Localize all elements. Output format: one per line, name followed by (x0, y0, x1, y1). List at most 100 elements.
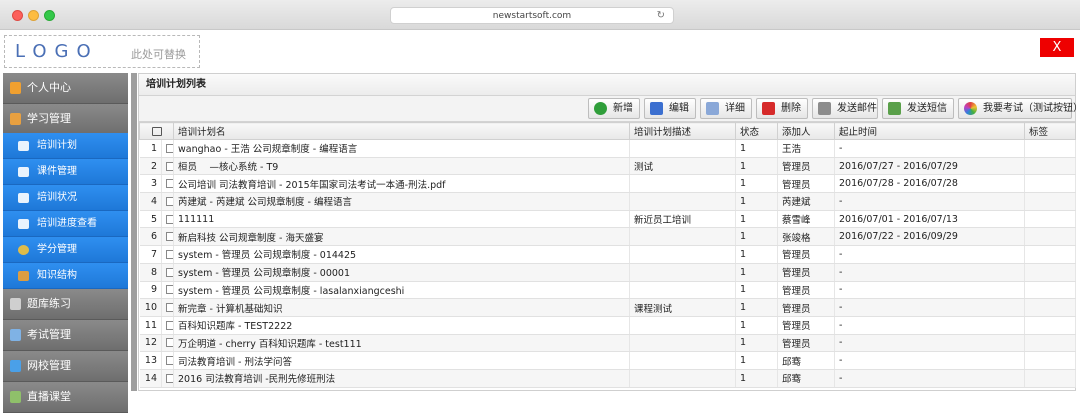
sidebar-item-training-status[interactable]: 培训状况 (3, 185, 128, 211)
column-header[interactable]: 培训计划名 (173, 122, 630, 140)
added-by-cell: 管理员 (777, 334, 835, 353)
address-bar[interactable]: newstartsoft.com ↻ (390, 7, 674, 24)
courseware-icon (18, 167, 29, 177)
sidebar-group-learning[interactable]: 学习管理 (3, 104, 128, 135)
checkbox[interactable] (166, 161, 173, 171)
table-row[interactable]: 5 111111 新近员工培训 1 蔡雪峰 2016/07/01 - 2016/07/13 (139, 210, 1076, 229)
row-checkbox[interactable] (161, 298, 174, 317)
row-number: 6 (139, 227, 162, 247)
checkbox[interactable] (166, 214, 173, 224)
column-header[interactable]: 起止时间 (834, 122, 1025, 140)
sidebar-group-school[interactable]: 网校管理 (3, 351, 128, 382)
delete-button[interactable]: 删除 (756, 98, 808, 119)
row-checkbox[interactable] (161, 245, 174, 264)
table-row[interactable]: 9 system - 管理员 公司规章制度 - lasalanxiangceshi… (139, 281, 1076, 300)
plan-name-cell: 万企明道 - cherry 百科知识题库 - test111 (173, 334, 630, 353)
sidebar-item-training-plan[interactable]: 培训计划 (3, 133, 128, 159)
send-sms-button[interactable]: 发送短信 (882, 98, 954, 119)
take-exam-button[interactable]: 我要考试（测试按钮） (958, 98, 1080, 119)
row-checkbox[interactable] (161, 334, 174, 353)
sidebar-group-question-bank[interactable]: 题库练习 (3, 289, 128, 320)
table-row[interactable]: 7 system - 管理员 公司规章制度 - 014425 1 管理员 - (139, 245, 1076, 264)
checkbox[interactable] (166, 196, 173, 206)
column-header[interactable]: 状态 (735, 122, 778, 140)
added-by-cell: 王浩 (777, 139, 835, 158)
checkbox[interactable] (166, 338, 173, 348)
row-checkbox[interactable] (161, 351, 174, 370)
sidebar-group-exam[interactable]: 考试管理 (3, 320, 128, 351)
sidebar-group-personal[interactable]: 个人中心 (3, 73, 128, 104)
column-header[interactable]: 培训计划描述 (629, 122, 736, 140)
sidebar-item-courseware[interactable]: 课件管理 (3, 159, 128, 185)
table-row[interactable]: 4 芮建斌 - 芮建斌 公司规章制度 - 编程语言 1 芮建斌 - (139, 192, 1076, 211)
table-row[interactable]: 10 新完章 - 计算机基础知识 课程测试 1 管理员 - (139, 298, 1076, 317)
reload-icon[interactable]: ↻ (657, 10, 665, 22)
sidebar-item-knowledge-structure[interactable]: 知识结构 (3, 263, 128, 289)
row-checkbox[interactable] (161, 369, 174, 388)
row-number: 7 (139, 245, 162, 264)
minimize-window-button[interactable] (28, 10, 39, 21)
row-checkbox[interactable] (161, 263, 174, 282)
checkbox[interactable] (166, 320, 173, 330)
select-all-header[interactable] (139, 122, 174, 140)
checkbox[interactable] (166, 285, 173, 295)
row-checkbox[interactable] (161, 281, 174, 300)
send-email-button[interactable]: 发送邮件 (812, 98, 878, 119)
sms-icon (888, 102, 901, 115)
row-number: 3 (139, 174, 162, 194)
column-header[interactable]: 标签 (1024, 122, 1076, 140)
status-cell: 1 (735, 157, 778, 176)
table-row[interactable]: 11 百科知识题库 - TEST2222 1 管理员 - (139, 316, 1076, 335)
table-row[interactable]: 1 wanghao - 王浩 公司规章制度 - 编程语言 1 王浩 - (139, 139, 1076, 158)
checkbox[interactable] (166, 267, 173, 277)
monitor-icon (10, 360, 21, 372)
sidebar-item-training-progress[interactable]: 培训进度查看 (3, 211, 128, 237)
checkbox[interactable] (166, 232, 173, 242)
checkbox[interactable] (166, 373, 173, 383)
status-cell: 1 (735, 227, 778, 247)
add-button[interactable]: 新增 (588, 98, 640, 119)
checkbox[interactable] (166, 143, 173, 153)
add-icon (594, 102, 607, 115)
sidebar-group-live[interactable]: 直播课堂 (3, 382, 128, 413)
checkbox[interactable] (166, 303, 173, 313)
added-by-cell: 邱骞 (777, 351, 835, 370)
row-checkbox[interactable] (161, 192, 174, 211)
row-checkbox[interactable] (161, 227, 174, 247)
table-row[interactable]: 6 新启科技 公司规章制度 - 海天盛宴 1 张竣格 2016/07/22 - 2016… (139, 227, 1076, 247)
plan-desc-cell (629, 281, 736, 300)
checkbox[interactable] (166, 356, 173, 366)
table-row[interactable]: 2 桓员 —核心系统 - T9 测试 1 管理员 2016/07/27 - 2016/07… (139, 157, 1076, 176)
checkbox[interactable] (166, 179, 173, 189)
plan-name-cell: 百科知识题库 - TEST2222 (173, 316, 630, 335)
database-icon (10, 298, 21, 310)
zoom-window-button[interactable] (44, 10, 55, 21)
row-checkbox[interactable] (161, 210, 174, 229)
sidebar-group-label: 网校管理 (27, 359, 71, 372)
table-row[interactable]: 3 公司培训 司法教育培训 - 2015年国家司法考试一本通-刑法.pdf 1 管理员… (139, 174, 1076, 194)
sidebar-splitter[interactable] (131, 73, 137, 391)
checkbox[interactable] (166, 249, 173, 259)
tag-cell (1024, 157, 1076, 176)
edit-button[interactable]: 编辑 (644, 98, 696, 119)
toolbar: 新增 编辑 详细 删除 发送邮件 发送短信 我要考试（测试按钮） (139, 96, 1080, 122)
row-checkbox[interactable] (161, 139, 174, 158)
table-row[interactable]: 14 2016 司法教育培训 -民刑先修班刑法 1 邱骞 - (139, 369, 1076, 388)
table-row[interactable]: 12 万企明道 - cherry 百科知识题库 - test111 1 管理员 - (139, 334, 1076, 353)
row-checkbox[interactable] (161, 157, 174, 176)
sidebar-item-credit[interactable]: 学分管理 (3, 237, 128, 263)
table-row[interactable]: 13 司法教育培训 - 刑法学问答 1 邱骞 - (139, 351, 1076, 370)
sidebar-item-label: 学分管理 (37, 244, 77, 255)
column-header[interactable]: 添加人 (777, 122, 835, 140)
row-checkbox[interactable] (161, 174, 174, 194)
plan-name-cell: wanghao - 王浩 公司规章制度 - 编程语言 (173, 139, 630, 158)
close-window-button[interactable] (12, 10, 23, 21)
table-row[interactable]: 8 system - 管理员 公司规章制度 - 00001 1 管理员 - (139, 263, 1076, 282)
status-cell: 1 (735, 281, 778, 300)
detail-button[interactable]: 详细 (700, 98, 752, 119)
page-title: 培训计划列表 (139, 74, 1075, 96)
period-cell: 2016/07/22 - 2016/09/29 (834, 227, 1025, 247)
close-button[interactable]: X (1040, 38, 1074, 57)
row-checkbox[interactable] (161, 316, 174, 335)
row-number: 10 (139, 298, 162, 317)
